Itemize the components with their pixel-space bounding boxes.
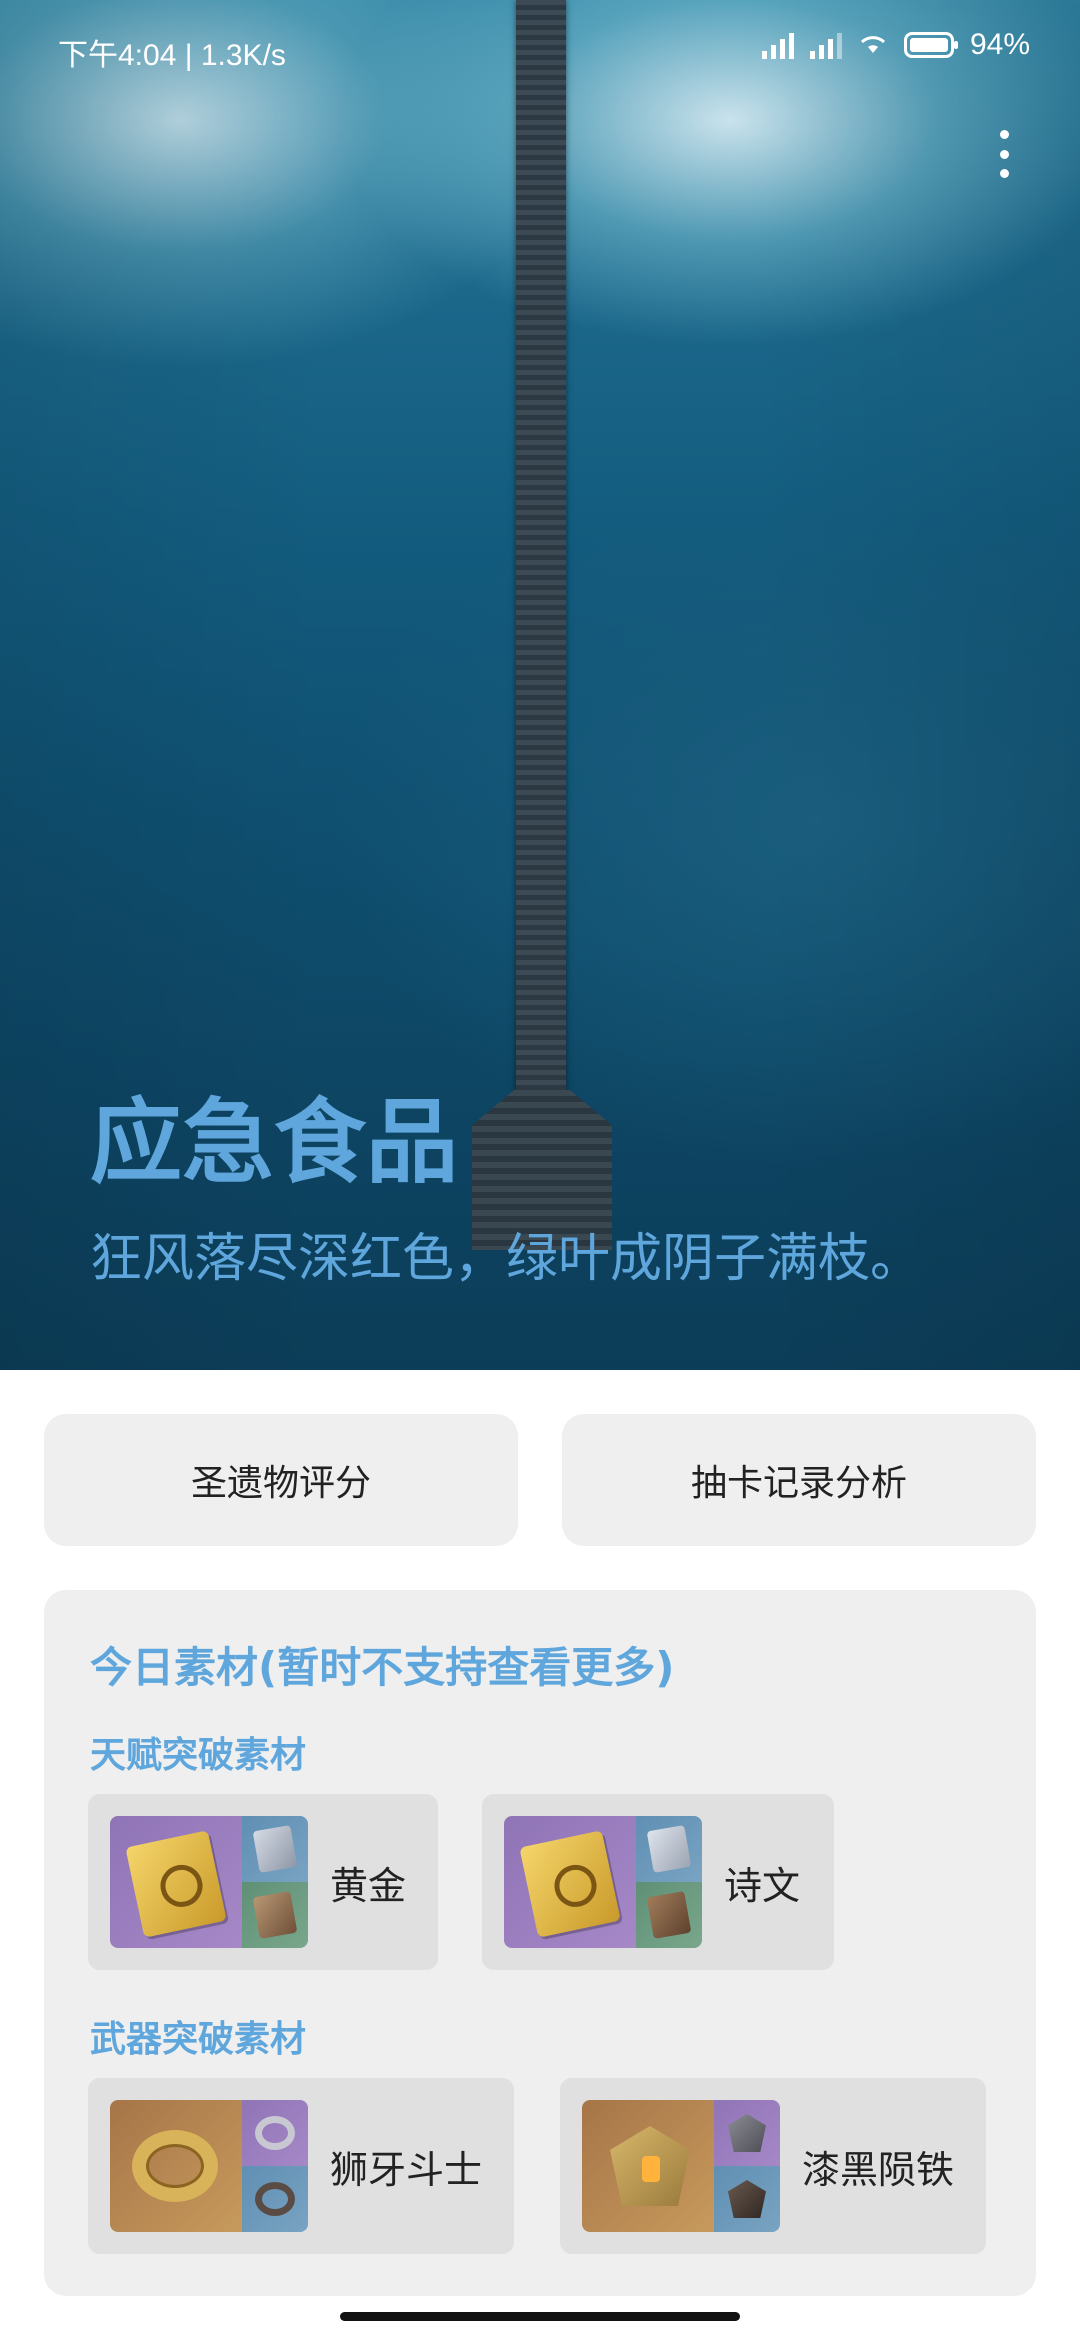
home-indicator[interactable] <box>340 2312 740 2321</box>
daily-materials-title: 今日素材(暂时不支持查看更多) <box>90 1643 675 1692</box>
material-item-ballad[interactable]: 诗文 <box>482 1794 834 1970</box>
pier-image <box>516 0 566 1110</box>
daily-materials-card: 今日素材(暂时不支持查看更多) 天赋突破素材 黄金 诗文 武器突破素材 狮牙斗士 <box>44 1590 1036 2296</box>
material-item-lion-fang[interactable]: 狮牙斗士 <box>88 2078 514 2254</box>
mist-veiled-material-image <box>582 2100 780 2232</box>
lion-fang-material-image <box>110 2100 308 2232</box>
more-options-icon[interactable] <box>990 124 1018 184</box>
talent-materials-heading: 天赋突破素材 <box>90 1735 307 1776</box>
material-item-mist-veiled[interactable]: 漆黑陨铁 <box>560 2078 986 2254</box>
ballad-material-image <box>504 1816 702 1948</box>
material-name: 漆黑陨铁 <box>802 2147 955 2192</box>
wifi-icon <box>860 36 885 53</box>
gold-material-image <box>110 1816 308 1948</box>
hero-title: 应急食品 <box>90 1089 459 1196</box>
material-name: 黄金 <box>330 1863 407 1908</box>
signal-icon <box>761 31 794 59</box>
hero-subtitle: 狂风落尽深红色，绿叶成阴子满枝。 <box>90 1229 923 1289</box>
signal-icon-2 <box>809 31 842 59</box>
battery-level: 94% <box>969 28 1030 61</box>
status-icons: 94% <box>761 28 1030 62</box>
material-name: 诗文 <box>724 1863 801 1908</box>
weapon-materials-heading: 武器突破素材 <box>90 2019 307 2060</box>
material-item-gold[interactable]: 黄金 <box>88 1794 438 1970</box>
artifact-rating-button[interactable]: 圣遗物评分 <box>44 1414 518 1546</box>
status-bar: 下午4:04 | 1.3K/s 94% <box>0 0 1080 96</box>
material-name: 狮牙斗士 <box>330 2147 483 2192</box>
wish-history-button[interactable]: 抽卡记录分析 <box>562 1414 1036 1546</box>
status-time: 下午4:04 | 1.3K/s <box>58 39 286 72</box>
battery-icon <box>903 32 958 58</box>
